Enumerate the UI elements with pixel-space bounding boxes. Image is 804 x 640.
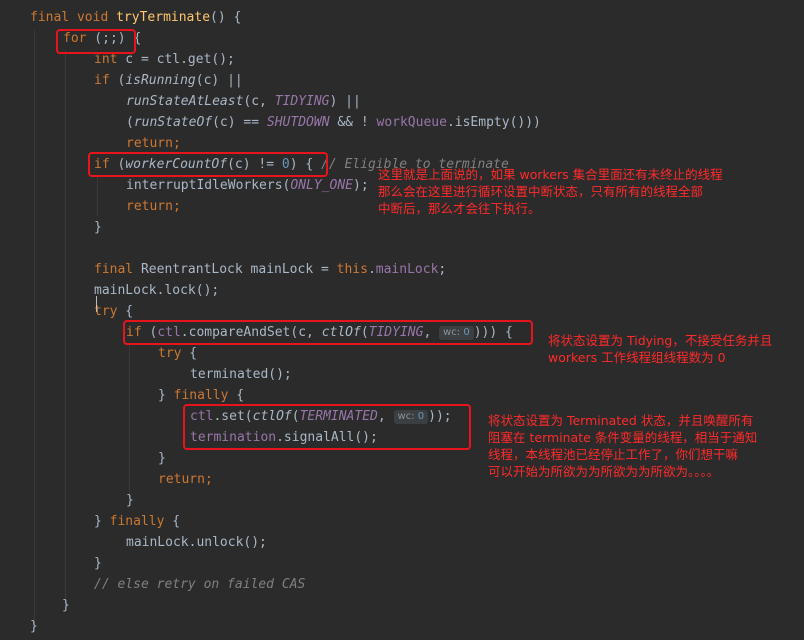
compare-and-set-highlight	[123, 320, 533, 345]
code-line: return;	[158, 472, 213, 487]
code-line: runStateAtLeast(c, TIDYING) ||	[126, 94, 361, 109]
code-line: } finally {	[94, 514, 181, 529]
code-line: terminated();	[190, 367, 292, 382]
code-line: (runStateOf(c) == SHUTDOWN && ! workQueu…	[126, 115, 541, 130]
code-line: return;	[126, 199, 181, 214]
terminated-highlight	[183, 404, 471, 450]
worker-count-highlight	[88, 152, 328, 177]
indent-guide	[97, 176, 98, 216]
code-line: final ReentrantLock mainLock = this.main…	[94, 262, 447, 277]
code-line: return;	[126, 136, 181, 151]
code-line: mainLock.lock();	[94, 283, 220, 298]
code-editor[interactable]: final void tryTerminate() { for (;;) { i…	[0, 0, 804, 640]
code-line: interruptIdleWorkers(ONLY_ONE);	[126, 178, 369, 193]
code-line: }	[158, 451, 166, 466]
code-line: if (isRunning(c) ||	[94, 73, 243, 88]
code-line: }	[126, 493, 134, 508]
workers-annotation: 这里就是上面说的，如果 workers 集合里面还有未终止的线程 那么会在这里进…	[378, 167, 723, 216]
for-loop-highlight	[56, 29, 136, 54]
code-line: try {	[94, 304, 134, 319]
indent-guide	[129, 344, 130, 494]
code-line: }	[62, 598, 70, 613]
indent-guide	[34, 30, 35, 628]
code-line: final void tryTerminate() {	[30, 10, 242, 25]
code-line: }	[94, 220, 102, 235]
code-line: } finally {	[158, 388, 245, 403]
terminated-annotation: 将状态设置为 Terminated 状态，并且唤醒所有 阻塞在 terminat…	[488, 413, 758, 479]
text-cursor	[96, 296, 97, 312]
code-line: // else retry on failed CAS	[94, 577, 306, 592]
tidying-annotation: 将状态设置为 Tidying，不接受任务并且 workers 工作线程组线程数为…	[548, 333, 773, 365]
code-line: }	[30, 619, 38, 634]
code-line: try {	[158, 346, 198, 361]
code-line: mainLock.unlock();	[126, 535, 267, 550]
code-line: }	[94, 556, 102, 571]
indent-guide	[65, 50, 66, 606]
